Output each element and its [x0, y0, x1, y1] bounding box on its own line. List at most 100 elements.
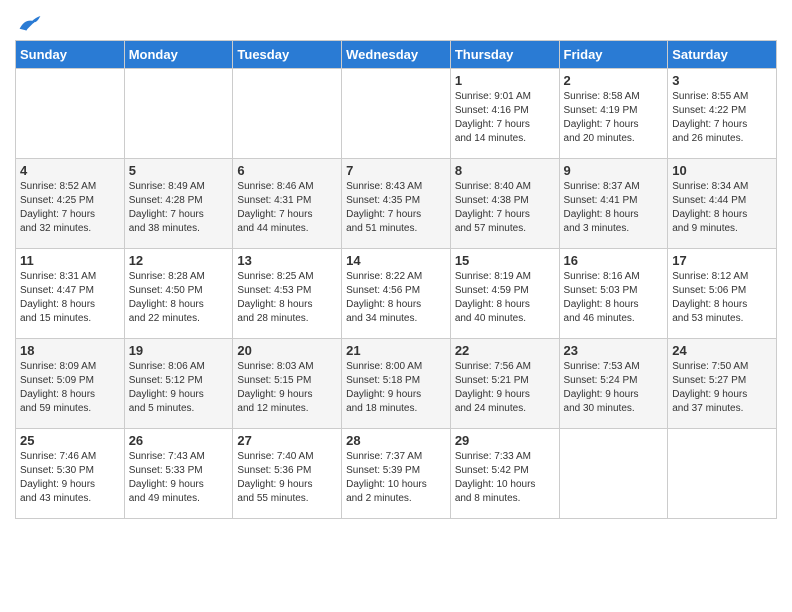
day-number: 23: [564, 343, 664, 358]
day-info: Sunrise: 8:58 AM Sunset: 4:19 PM Dayligh…: [564, 90, 664, 146]
calendar-cell: 25 Sunrise: 7:46 AM Sunset: 5:30 PM Dayli…: [16, 429, 125, 519]
day-info: Sunrise: 8:22 AM Sunset: 4:56 PM Dayligh…: [346, 270, 446, 326]
day-number: 21: [346, 343, 446, 358]
page-header: [15, 10, 777, 34]
calendar-cell: 13 Sunrise: 8:25 AM Sunset: 4:53 PM Dayli…: [233, 249, 342, 339]
day-number: 24: [672, 343, 772, 358]
calendar-cell: [559, 429, 668, 519]
calendar-cell: 8 Sunrise: 8:40 AM Sunset: 4:38 PM Daylig…: [450, 159, 559, 249]
day-number: 2: [564, 73, 664, 88]
calendar-cell: 29 Sunrise: 7:33 AM Sunset: 5:42 PM Dayli…: [450, 429, 559, 519]
day-info: Sunrise: 8:28 AM Sunset: 4:50 PM Dayligh…: [129, 270, 229, 326]
day-info: Sunrise: 7:56 AM Sunset: 5:21 PM Dayligh…: [455, 360, 555, 416]
calendar-cell: [233, 69, 342, 159]
day-info: Sunrise: 8:55 AM Sunset: 4:22 PM Dayligh…: [672, 90, 772, 146]
calendar-cell: 10 Sunrise: 8:34 AM Sunset: 4:44 PM Dayli…: [668, 159, 777, 249]
calendar-cell: 2 Sunrise: 8:58 AM Sunset: 4:19 PM Daylig…: [559, 69, 668, 159]
calendar-cell: 12 Sunrise: 8:28 AM Sunset: 4:50 PM Dayli…: [124, 249, 233, 339]
calendar-cell: 4 Sunrise: 8:52 AM Sunset: 4:25 PM Daylig…: [16, 159, 125, 249]
calendar-cell: 16 Sunrise: 8:16 AM Sunset: 5:03 PM Dayli…: [559, 249, 668, 339]
day-info: Sunrise: 8:00 AM Sunset: 5:18 PM Dayligh…: [346, 360, 446, 416]
calendar-cell: 18 Sunrise: 8:09 AM Sunset: 5:09 PM Dayli…: [16, 339, 125, 429]
day-info: Sunrise: 9:01 AM Sunset: 4:16 PM Dayligh…: [455, 90, 555, 146]
calendar-cell: 26 Sunrise: 7:43 AM Sunset: 5:33 PM Dayli…: [124, 429, 233, 519]
day-number: 19: [129, 343, 229, 358]
calendar-cell: [668, 429, 777, 519]
day-number: 22: [455, 343, 555, 358]
day-info: Sunrise: 8:46 AM Sunset: 4:31 PM Dayligh…: [237, 180, 337, 236]
calendar-cell: 23 Sunrise: 7:53 AM Sunset: 5:24 PM Dayli…: [559, 339, 668, 429]
day-number: 14: [346, 253, 446, 268]
day-number: 12: [129, 253, 229, 268]
calendar-cell: 14 Sunrise: 8:22 AM Sunset: 4:56 PM Dayli…: [342, 249, 451, 339]
day-info: Sunrise: 7:50 AM Sunset: 5:27 PM Dayligh…: [672, 360, 772, 416]
day-info: Sunrise: 8:52 AM Sunset: 4:25 PM Dayligh…: [20, 180, 120, 236]
day-info: Sunrise: 8:31 AM Sunset: 4:47 PM Dayligh…: [20, 270, 120, 326]
calendar-cell: 15 Sunrise: 8:19 AM Sunset: 4:59 PM Dayli…: [450, 249, 559, 339]
day-number: 27: [237, 433, 337, 448]
day-info: Sunrise: 8:43 AM Sunset: 4:35 PM Dayligh…: [346, 180, 446, 236]
day-info: Sunrise: 8:09 AM Sunset: 5:09 PM Dayligh…: [20, 360, 120, 416]
calendar-cell: 7 Sunrise: 8:43 AM Sunset: 4:35 PM Daylig…: [342, 159, 451, 249]
column-header-sunday: Sunday: [16, 41, 125, 69]
logo: [15, 14, 42, 34]
calendar-cell: [124, 69, 233, 159]
day-number: 29: [455, 433, 555, 448]
column-header-saturday: Saturday: [668, 41, 777, 69]
calendar-table: SundayMondayTuesdayWednesdayThursdayFrid…: [15, 40, 777, 519]
day-number: 20: [237, 343, 337, 358]
calendar-cell: 11 Sunrise: 8:31 AM Sunset: 4:47 PM Dayli…: [16, 249, 125, 339]
calendar-cell: 9 Sunrise: 8:37 AM Sunset: 4:41 PM Daylig…: [559, 159, 668, 249]
day-info: Sunrise: 8:25 AM Sunset: 4:53 PM Dayligh…: [237, 270, 337, 326]
day-info: Sunrise: 8:16 AM Sunset: 5:03 PM Dayligh…: [564, 270, 664, 326]
day-info: Sunrise: 8:03 AM Sunset: 5:15 PM Dayligh…: [237, 360, 337, 416]
day-info: Sunrise: 7:33 AM Sunset: 5:42 PM Dayligh…: [455, 450, 555, 506]
day-info: Sunrise: 8:37 AM Sunset: 4:41 PM Dayligh…: [564, 180, 664, 236]
day-number: 17: [672, 253, 772, 268]
column-header-wednesday: Wednesday: [342, 41, 451, 69]
calendar-cell: 6 Sunrise: 8:46 AM Sunset: 4:31 PM Daylig…: [233, 159, 342, 249]
day-info: Sunrise: 8:40 AM Sunset: 4:38 PM Dayligh…: [455, 180, 555, 236]
calendar-cell: 21 Sunrise: 8:00 AM Sunset: 5:18 PM Dayli…: [342, 339, 451, 429]
calendar-cell: 5 Sunrise: 8:49 AM Sunset: 4:28 PM Daylig…: [124, 159, 233, 249]
day-info: Sunrise: 7:43 AM Sunset: 5:33 PM Dayligh…: [129, 450, 229, 506]
day-number: 28: [346, 433, 446, 448]
calendar-cell: 17 Sunrise: 8:12 AM Sunset: 5:06 PM Dayli…: [668, 249, 777, 339]
column-header-monday: Monday: [124, 41, 233, 69]
day-number: 15: [455, 253, 555, 268]
day-number: 6: [237, 163, 337, 178]
column-header-tuesday: Tuesday: [233, 41, 342, 69]
day-number: 7: [346, 163, 446, 178]
day-number: 5: [129, 163, 229, 178]
day-number: 13: [237, 253, 337, 268]
day-info: Sunrise: 8:49 AM Sunset: 4:28 PM Dayligh…: [129, 180, 229, 236]
calendar-cell: 27 Sunrise: 7:40 AM Sunset: 5:36 PM Dayli…: [233, 429, 342, 519]
day-number: 11: [20, 253, 120, 268]
calendar-cell: 24 Sunrise: 7:50 AM Sunset: 5:27 PM Dayli…: [668, 339, 777, 429]
day-info: Sunrise: 7:53 AM Sunset: 5:24 PM Dayligh…: [564, 360, 664, 416]
calendar-cell: 3 Sunrise: 8:55 AM Sunset: 4:22 PM Daylig…: [668, 69, 777, 159]
day-number: 25: [20, 433, 120, 448]
day-number: 3: [672, 73, 772, 88]
day-info: Sunrise: 7:46 AM Sunset: 5:30 PM Dayligh…: [20, 450, 120, 506]
day-number: 16: [564, 253, 664, 268]
day-number: 10: [672, 163, 772, 178]
day-info: Sunrise: 7:37 AM Sunset: 5:39 PM Dayligh…: [346, 450, 446, 506]
day-number: 1: [455, 73, 555, 88]
calendar-cell: 20 Sunrise: 8:03 AM Sunset: 5:15 PM Dayli…: [233, 339, 342, 429]
day-info: Sunrise: 8:12 AM Sunset: 5:06 PM Dayligh…: [672, 270, 772, 326]
day-number: 9: [564, 163, 664, 178]
day-number: 26: [129, 433, 229, 448]
calendar-cell: [16, 69, 125, 159]
day-number: 4: [20, 163, 120, 178]
calendar-cell: 1 Sunrise: 9:01 AM Sunset: 4:16 PM Daylig…: [450, 69, 559, 159]
day-info: Sunrise: 8:34 AM Sunset: 4:44 PM Dayligh…: [672, 180, 772, 236]
column-header-thursday: Thursday: [450, 41, 559, 69]
day-info: Sunrise: 8:19 AM Sunset: 4:59 PM Dayligh…: [455, 270, 555, 326]
day-info: Sunrise: 7:40 AM Sunset: 5:36 PM Dayligh…: [237, 450, 337, 506]
column-header-friday: Friday: [559, 41, 668, 69]
calendar-cell: [342, 69, 451, 159]
calendar-cell: 28 Sunrise: 7:37 AM Sunset: 5:39 PM Dayli…: [342, 429, 451, 519]
day-number: 18: [20, 343, 120, 358]
day-number: 8: [455, 163, 555, 178]
